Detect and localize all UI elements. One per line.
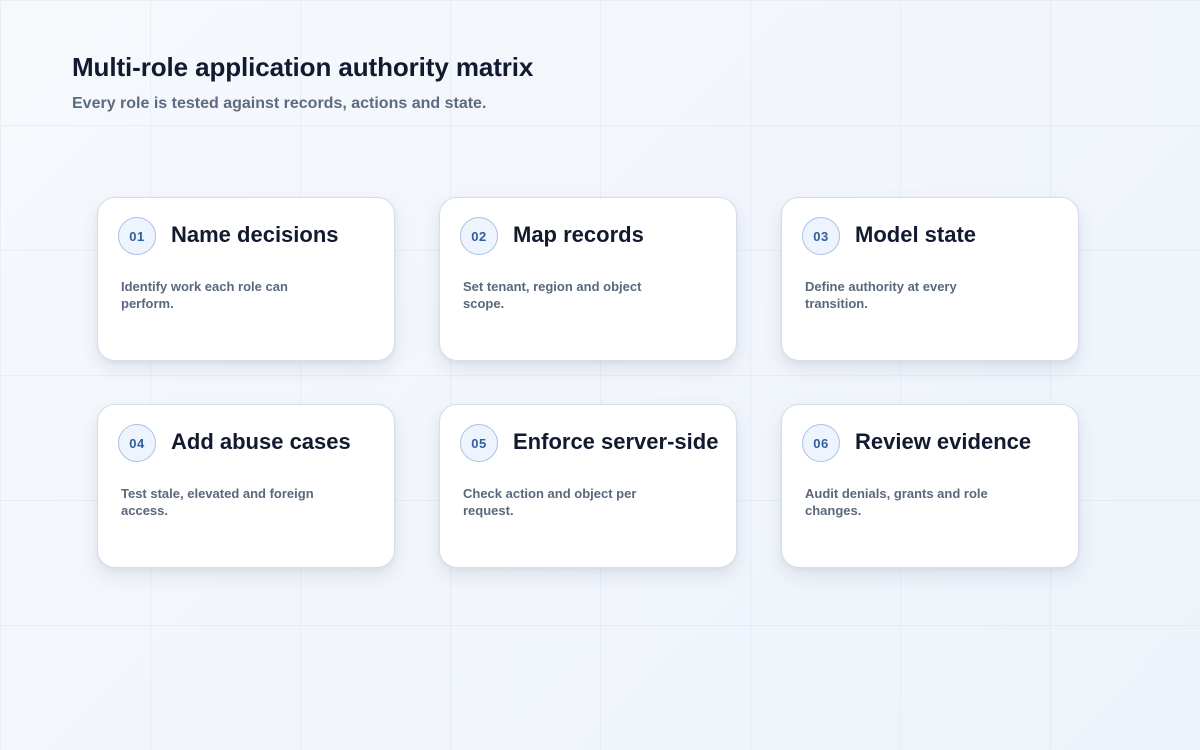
step-title: Add abuse cases [171, 429, 351, 454]
step-description: Identify work each role can perform. [121, 279, 288, 311]
step-number-badge: 01 [118, 217, 156, 255]
step-card-model-state: 03 Model state Define authority at every… [781, 197, 1079, 361]
step-title: Map records [513, 222, 644, 247]
step-title: Model state [855, 222, 977, 247]
step-card-add-abuse-cases: 04 Add abuse cases Test stale, elevated … [97, 404, 395, 568]
step-description: Set tenant, region and object scope. [463, 279, 642, 311]
step-card-map-records: 02 Map records Set tenant, region and ob… [439, 197, 737, 361]
step-description: Audit denials, grants and role changes. [805, 486, 988, 518]
step-title: Enforce server-side [513, 429, 719, 454]
step-number-badge: 06 [802, 424, 840, 462]
step-card-name-decisions: 01 Name decisions Identify work each rol… [97, 197, 395, 361]
step-title: Review evidence [855, 429, 1032, 454]
step-title: Name decisions [171, 222, 339, 247]
step-number-badge: 03 [802, 217, 840, 255]
step-number-badge: 05 [460, 424, 498, 462]
page-title: Multi-role application authority matrix [72, 52, 534, 82]
page-subtitle: Every role is tested against records, ac… [72, 95, 487, 112]
step-description: Define authority at every transition. [805, 279, 957, 311]
step-description: Test stale, elevated and foreign access. [121, 486, 314, 518]
step-number-badge: 04 [118, 424, 156, 462]
step-number-badge: 02 [460, 217, 498, 255]
step-card-review-evidence: 06 Review evidence Audit denials, grants… [781, 404, 1079, 568]
step-card-enforce-server-side: 05 Enforce server-side Check action and … [439, 404, 737, 568]
step-description: Check action and object per request. [463, 486, 637, 518]
